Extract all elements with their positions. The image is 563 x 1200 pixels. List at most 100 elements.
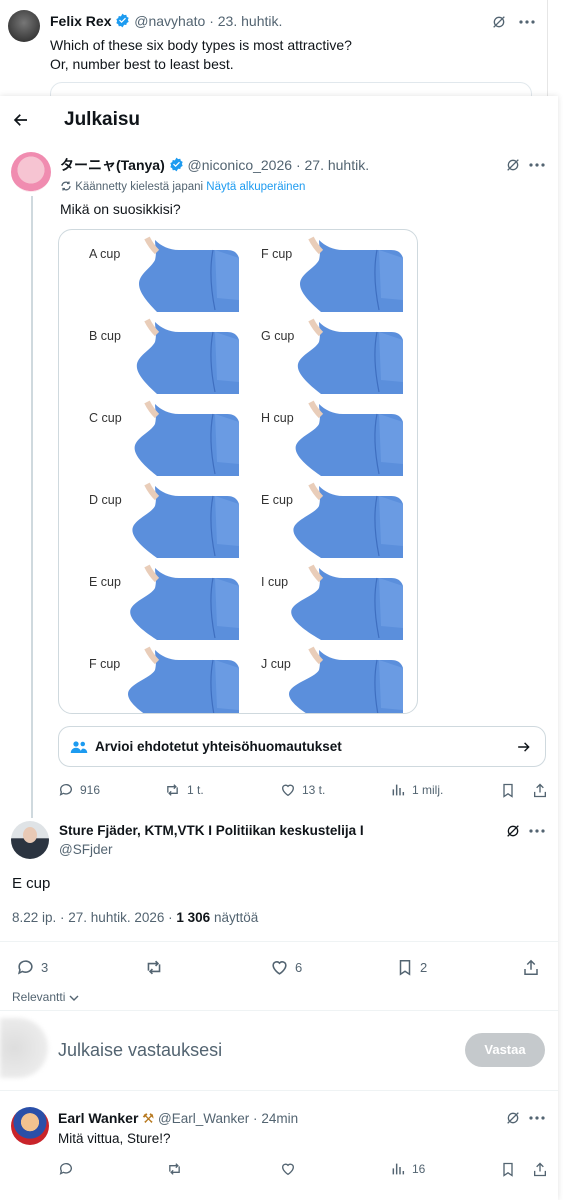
views-count: 16 [412,1162,426,1176]
bookmark-icon[interactable] [500,1161,516,1178]
reply-input[interactable]: Julkaise vastauksesi [58,1040,222,1061]
repost-button[interactable]: 1 t. [164,782,204,798]
torso-figure [134,400,239,476]
bottom-reply-actions: 16 [58,1161,548,1179]
sort-dropdown[interactable]: Relevantti [12,990,79,1004]
divider [0,941,558,942]
author-handle[interactable]: @navyhato [134,13,205,29]
like-button[interactable]: 6 [270,958,302,977]
sleeve-shape [215,414,239,464]
post-date[interactable]: 24min [261,1111,298,1126]
cup-label: G cup [261,329,295,343]
more-icon[interactable] [528,823,546,839]
arrow-right-icon [518,742,530,752]
sleeve-shape [215,496,239,546]
bookmark-icon [399,960,411,976]
torso-figure [128,646,239,713]
reply-submit-button[interactable]: Vastaa [465,1033,545,1067]
torso-figure [130,564,239,640]
author-name[interactable]: Earl Wanker [58,1110,138,1126]
author-name[interactable]: Felix Rex [50,13,111,29]
reply-button[interactable]: 916 [58,782,100,798]
more-icon[interactable] [528,1110,546,1126]
repost-count: 1 t. [187,783,204,797]
author-name[interactable]: ターニャ(Tanya) [60,157,165,173]
cup-label: F cup [261,247,293,261]
bookmark-icon[interactable] [500,782,516,799]
heart-icon[interactable] [280,1161,296,1177]
separator: · [253,1111,258,1126]
views-icon [392,784,405,796]
avatar[interactable] [8,10,40,42]
author-handle[interactable]: @SFjder [59,842,112,857]
back-arrow-icon[interactable] [12,111,30,129]
reply-view-count: 1 306 [176,910,211,925]
more-icon[interactable] [518,14,536,30]
bookmark-count: 2 [420,960,428,975]
sleeve-shape [379,250,403,300]
like-button[interactable]: 13 t. [280,782,325,798]
community-notes-button[interactable]: Arvioi ehdotetut yhteisöhuomautukset [58,726,546,767]
views-button[interactable]: 16 [390,1161,425,1177]
heart-icon [281,784,295,797]
divider [0,1010,558,1011]
avatar[interactable] [11,821,49,859]
avatar[interactable] [11,1107,49,1145]
reply-text: Mitä vittua, Sture!? [58,1131,171,1146]
community-icon [70,741,88,753]
author-name[interactable]: Sture Fjäder, KTM,VTK I Politiikan kesku… [59,823,364,838]
repost-icon[interactable] [144,958,164,977]
verified-icon [116,13,130,28]
repost-icon[interactable] [166,1161,183,1177]
torso-figure [297,318,403,394]
post-actions: 916 1 t. 13 t. 1 milj. [58,782,548,800]
grok-icon[interactable] [505,823,521,839]
post-date[interactable]: 23. huhtik. [218,13,283,29]
author-handle[interactable]: @Earl_Wanker [158,1111,249,1126]
grok-icon[interactable] [505,1110,521,1126]
views-icon [392,1163,405,1175]
separator: · [295,157,301,173]
cup-size-illustration [128,236,403,713]
share-icon[interactable] [532,1161,548,1178]
reply-timestamp[interactable]: 8.22 ip. · 27. huhtik. 2026 · [12,910,173,925]
thread-line [31,196,33,818]
cup-label: E cup [89,575,121,589]
badge-emoji: ⚒ [142,1111,155,1126]
grok-icon[interactable] [491,14,507,30]
sleeve-shape [215,332,239,382]
divider [0,1090,558,1091]
post-image[interactable]: A cup B cup C cup D cup E cup F cup F cup G cup… [58,229,418,714]
cup-label: I cup [261,575,289,589]
sleeve-shape [379,496,403,546]
sleeve-shape [379,414,403,464]
sort-label: Relevantti [12,990,66,1004]
like-count: 6 [295,960,303,975]
bookmark-button[interactable]: 2 [396,958,427,977]
share-icon[interactable] [522,958,540,977]
reply-icon [17,960,33,975]
cup-label: J cup [261,657,291,671]
views-button[interactable]: 1 milj. [390,782,443,798]
avatar[interactable] [11,152,51,192]
torso-figure [139,236,239,312]
post-date[interactable]: 27. huhtik. [305,157,370,173]
cup-label: A cup [89,247,121,261]
reply-icon[interactable] [58,1161,74,1177]
top-tweet[interactable]: Felix Rex @navyhato · 23. huhtik. Which … [0,0,548,112]
share-icon[interactable] [532,782,548,799]
translated-note: Käännetty kielestä japani [75,181,204,193]
cup-label: E cup [261,493,293,507]
translate-icon [61,181,71,191]
more-icon[interactable] [528,157,546,173]
sleeve-shape [215,660,239,710]
author-handle[interactable]: @niconico_2026 [188,157,293,173]
show-original-link[interactable]: Näytä alkuperäinen [206,181,305,193]
sleeve-shape [379,332,403,382]
reply-button[interactable]: 3 [16,958,48,977]
grok-icon[interactable] [505,157,521,173]
cup-label: D cup [89,493,122,507]
community-notes-label: Arvioi ehdotetut yhteisöhuomautukset [95,739,342,754]
torso-figure [300,236,403,312]
like-count: 13 t. [302,783,326,797]
